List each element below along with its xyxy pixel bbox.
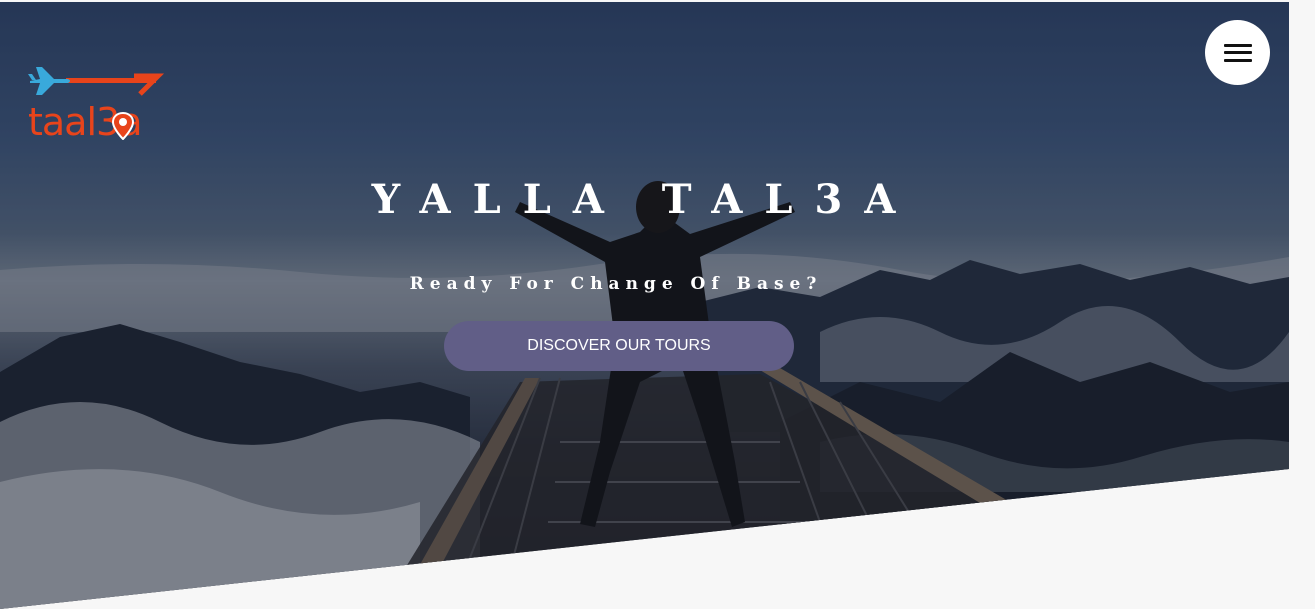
hero-section [0, 2, 1289, 609]
hero-subtitle: Ready For Change Of Base? [409, 274, 823, 294]
location-pin-icon [112, 112, 134, 140]
hero-title: YALLA TAL3A [371, 176, 918, 223]
hero-background-image [0, 181, 1289, 609]
discover-tours-button[interactable]: DISCOVER OUR TOURS [444, 321, 794, 371]
airplane-icon [28, 67, 165, 96]
scrollbar-track[interactable] [1289, 0, 1315, 609]
hamburger-menu-button[interactable] [1205, 20, 1270, 85]
site-logo[interactable]: taal3a [26, 64, 182, 144]
hamburger-menu-icon [1223, 43, 1252, 62]
